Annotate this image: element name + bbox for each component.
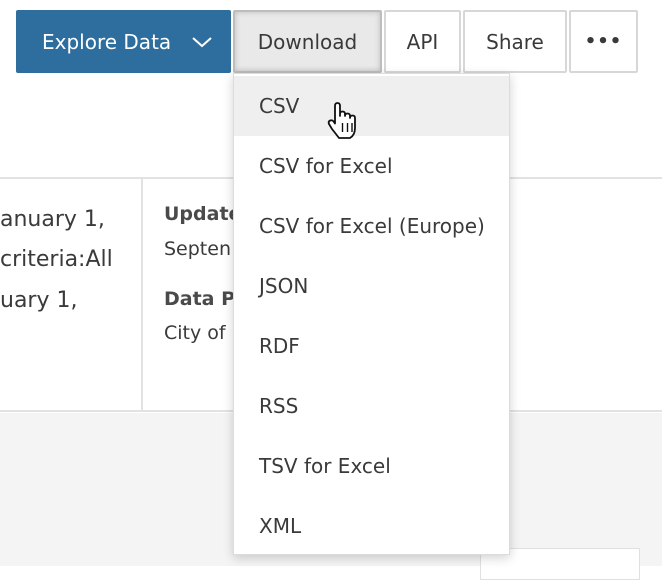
menu-item-label: JSON (259, 274, 309, 298)
menu-item-label: XML (259, 514, 302, 538)
api-button[interactable]: API (384, 10, 461, 73)
updated-value: Septen (164, 238, 231, 260)
menu-item-csv[interactable]: CSV (234, 76, 509, 136)
api-label: API (406, 29, 439, 54)
share-label: Share (486, 29, 544, 54)
menu-item-label: RSS (259, 394, 299, 418)
hand-pointer-icon (327, 102, 356, 139)
menu-item-rss[interactable]: RSS (234, 376, 509, 436)
data-provided-label: Data P (164, 288, 236, 310)
updated-label: Update (164, 203, 242, 225)
data-provided-value: City of (164, 322, 226, 344)
menu-item-label: RDF (259, 334, 300, 358)
column-divider (141, 178, 143, 410)
menu-item-csv-for-excel-europe[interactable]: CSV for Excel (Europe) (234, 196, 509, 256)
download-button[interactable]: Download (233, 10, 382, 73)
chevron-down-icon (192, 36, 212, 47)
menu-item-label: CSV for Excel (259, 154, 393, 178)
menu-item-tsv-for-excel[interactable]: TSV for Excel (234, 436, 509, 496)
menu-item-rdf[interactable]: RDF (234, 316, 509, 376)
menu-item-xml[interactable]: XML (234, 496, 509, 556)
share-button[interactable]: Share (463, 10, 567, 73)
description-line-2: criteria:All (0, 247, 113, 272)
more-options-button[interactable]: ••• (569, 10, 638, 73)
explore-data-label: Explore Data (42, 29, 172, 54)
download-label: Download (257, 29, 358, 54)
description-line-1: anuary 1, (0, 207, 105, 232)
more-dots-icon: ••• (584, 31, 623, 52)
explore-data-button[interactable]: Explore Data (16, 10, 231, 73)
menu-item-csv-for-excel[interactable]: CSV for Excel (234, 136, 509, 196)
menu-item-label: CSV for Excel (Europe) (259, 214, 485, 238)
menu-item-label: TSV for Excel (259, 454, 391, 478)
menu-item-label: CSV (259, 94, 300, 118)
menu-item-json[interactable]: JSON (234, 256, 509, 316)
description-line-3: uary 1, (0, 288, 78, 313)
download-dropdown-menu: CSV CSV for Excel CSV for Excel (Europe)… (233, 73, 510, 555)
